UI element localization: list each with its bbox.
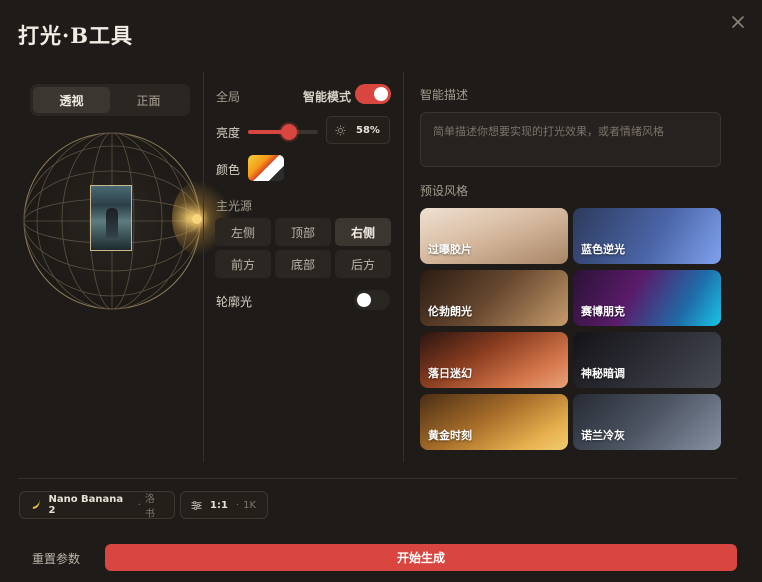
direction-front-button[interactable]: 前方 xyxy=(215,250,271,278)
model-name: Nano Banana 2 xyxy=(48,494,124,516)
preset-label: 落日迷幻 xyxy=(428,367,472,380)
light-direction-grid: 左侧 顶部 右侧 前方 底部 后方 xyxy=(215,218,391,278)
generate-button[interactable]: 开始生成 xyxy=(105,544,737,571)
preset-label: 神秘暗调 xyxy=(581,367,625,380)
view-option-front[interactable]: 正面 xyxy=(110,87,187,113)
smart-description-label: 智能描述 xyxy=(420,88,469,102)
brightness-value: 58% xyxy=(356,124,380,136)
preset-label: 赛博朋克 xyxy=(581,305,625,318)
direction-right-button[interactable]: 右侧 xyxy=(335,218,391,246)
preset-cyberpunk[interactable]: 赛博朋克 xyxy=(573,270,721,326)
color-label: 颜色 xyxy=(216,163,241,177)
reset-params-button[interactable]: 重置参数 xyxy=(32,550,80,567)
brightness-label: 亮度 xyxy=(216,126,241,140)
model-selector[interactable]: Nano Banana 2 · 洛书 xyxy=(19,491,175,520)
direction-back-button[interactable]: 后方 xyxy=(335,250,391,278)
preset-blue-backlight[interactable]: 蓝色逆光 xyxy=(573,208,721,264)
main-light-section-label: 主光源 xyxy=(216,199,253,213)
smart-mode-label: 智能模式 xyxy=(303,90,352,104)
close-icon[interactable] xyxy=(730,14,746,30)
direction-left-button[interactable]: 左侧 xyxy=(215,218,271,246)
preset-overexposed-film[interactable]: 过曝胶片 xyxy=(420,208,568,264)
preset-label: 蓝色逆光 xyxy=(581,243,625,256)
model-provider: 洛书 xyxy=(144,494,155,520)
direction-bottom-button[interactable]: 底部 xyxy=(275,250,331,278)
aspect-ratio: 1:1 xyxy=(210,499,228,511)
separator-dot: · xyxy=(137,499,141,511)
brightness-slider-handle[interactable] xyxy=(280,124,297,140)
preset-nolan-cold-grey[interactable]: 诺兰冷灰 xyxy=(573,394,721,450)
rim-light-toggle[interactable] xyxy=(354,290,390,310)
brightness-slider[interactable] xyxy=(248,124,318,140)
color-swatch[interactable] xyxy=(248,155,284,181)
preset-label: 伦勃朗光 xyxy=(428,305,472,318)
app-title: 打光·B工具 xyxy=(18,23,134,48)
smart-description-input[interactable]: 简单描述你想要实现的打光效果，或者情绪风格 xyxy=(420,112,721,167)
separator-dot: · xyxy=(235,499,240,511)
preset-golden-hour[interactable]: 黄金时刻 xyxy=(420,394,568,450)
brightness-value-box[interactable]: 58% xyxy=(326,116,390,144)
global-section-label: 全局 xyxy=(216,90,241,104)
rim-light-label: 轮廓光 xyxy=(216,295,253,309)
subject-preview-thumbnail xyxy=(90,185,132,251)
aspect-resolution-selector[interactable]: 1:1 · 1K xyxy=(180,491,268,519)
preset-style-grid: 过曝胶片 蓝色逆光 伦勃朗光 赛博朋克 落日迷幻 神秘暗调 黄金时刻 诺兰冷灰 xyxy=(420,208,722,450)
sun-icon xyxy=(335,124,346,136)
preset-styles-label: 预设风格 xyxy=(420,184,469,198)
light-handle[interactable] xyxy=(192,214,202,224)
preset-label: 过曝胶片 xyxy=(428,243,472,256)
view-mode-toggle: 透视 正面 xyxy=(30,84,190,116)
preset-sunset-psychedelic[interactable]: 落日迷幻 xyxy=(420,332,568,388)
banana-icon xyxy=(32,500,41,509)
preset-mysterious-dark[interactable]: 神秘暗调 xyxy=(573,332,721,388)
view-option-perspective[interactable]: 透视 xyxy=(33,87,110,113)
column-divider xyxy=(403,72,404,462)
preset-label: 诺兰冷灰 xyxy=(581,429,625,442)
sliders-icon xyxy=(191,500,202,510)
light-position-sphere[interactable] xyxy=(22,131,232,311)
preset-label: 黄金时刻 xyxy=(428,429,472,442)
preset-rembrandt[interactable]: 伦勃朗光 xyxy=(420,270,568,326)
smart-mode-toggle[interactable] xyxy=(355,84,391,104)
column-divider xyxy=(203,72,204,462)
direction-top-button[interactable]: 顶部 xyxy=(275,218,331,246)
footer-divider xyxy=(18,478,737,479)
resolution: 1K xyxy=(243,499,257,511)
